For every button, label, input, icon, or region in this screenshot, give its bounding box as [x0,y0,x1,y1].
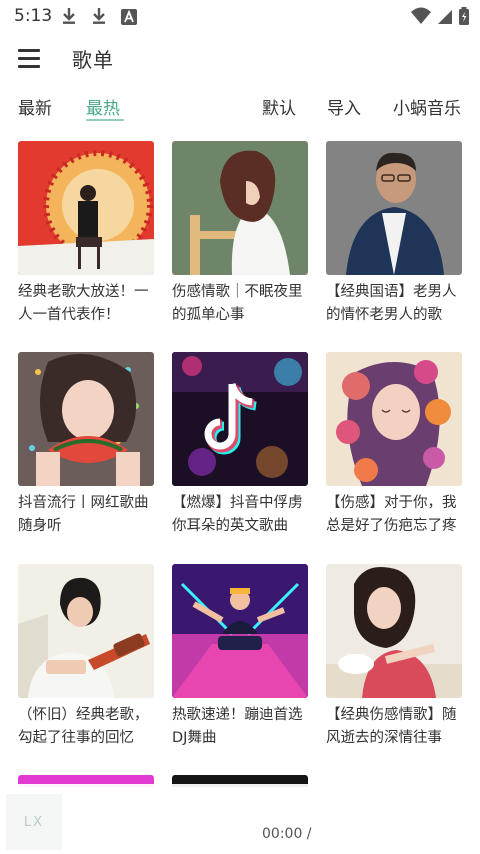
playlist-cover [18,564,154,698]
playlist-title-line: 你耳朵的英文歌曲 [172,518,288,534]
playlist-cover [326,352,462,486]
playlist-title-line: 【经典国语】老男人 [326,284,457,300]
import-button[interactable]: 导入 [327,94,361,119]
playlist-title-line: 经典老歌大放送！一 [18,284,149,300]
playlist-title-line: 的情怀老男人的歌 [326,307,442,323]
download-icon [63,8,75,24]
sort-default-button[interactable]: 默认 [262,94,296,119]
playlist-title-line: 【燃爆】抖音中俘虏 [172,495,303,511]
playlist-cover [18,141,154,275]
playlist-title-line: （怀旧）经典老歌， [18,707,149,723]
playlist-title-line: DJ舞曲 [172,730,217,746]
menu-icon-bar [18,57,40,60]
player-album-art[interactable]: LX [6,794,62,850]
source-select-button[interactable]: 小蜗音乐 [393,94,461,119]
status-time: 5:13 [14,6,53,26]
playlist-cover [326,141,462,275]
playlist-title: 【经典伤感情歌】随 风逝去的深情往事 [326,704,476,750]
page-title: 歌单 [72,48,114,72]
playlist-title: 【伤感】对于你，我 总是好了伤疤忘了疼 [326,492,476,538]
playlist-title: 【经典国语】老男人 的情怀老男人的歌 [326,281,476,327]
playlist-title-line: 总是好了伤疤忘了疼 [326,518,457,534]
playlist-title-line: 【伤感】对于你，我 [326,495,457,511]
playlist-title: 热歌速递！蹦迪首选 DJ舞曲 [172,704,322,750]
playlist-title-line: 的孤单心事 [172,307,245,323]
playlist-title-line: 勾起了往事的回忆 [18,730,134,746]
playlist-title-line: 伤感情歌｜不眠夜里 [172,284,303,300]
playlist-cover [172,352,308,486]
download-icon [93,8,105,24]
playlist-cover [172,141,308,275]
playlist-title: 经典老歌大放送！一 人一首代表作！ [18,281,168,327]
playlist-title-line: 抖音流行丨网红歌曲 [18,495,149,511]
playlist-cover [326,564,462,698]
app-a-icon [121,9,137,25]
playlist-title: 伤感情歌｜不眠夜里 的孤单心事 [172,281,322,327]
menu-icon-bar [18,65,40,68]
status-bar: 5:13 [0,0,480,32]
player-bar[interactable]: LX 00:00 / [0,784,480,854]
playlist-title-line: 热歌速递！蹦迪首选 [172,707,303,723]
signal-icon [438,10,452,24]
battery-icon [459,7,469,25]
playlist-title: （怀旧）经典老歌， 勾起了往事的回忆 [18,704,168,750]
playlist-title: 【燃爆】抖音中俘虏 你耳朵的英文歌曲 [172,492,322,538]
wifi-icon [411,7,431,24]
playlist-title: 抖音流行丨网红歌曲 随身听 [18,492,168,538]
playlist-cover [172,564,308,698]
menu-icon [18,49,40,52]
active-tab-indicator [86,119,124,121]
player-time: 00:00 / [262,826,312,842]
menu-button[interactable] [18,46,44,70]
tab-hot[interactable]: 最热 [86,94,120,119]
tab-newest[interactable]: 最新 [18,94,52,119]
playlist-title-line: 风逝去的深情往事 [326,730,442,746]
playlist-cover [18,352,154,486]
playlist-title-line: 【经典伤感情歌】随 [326,707,457,723]
playlist-title-line: 随身听 [18,518,62,534]
player-art-logo: LX [23,814,45,830]
playlist-title-line: 人一首代表作！ [18,307,120,323]
